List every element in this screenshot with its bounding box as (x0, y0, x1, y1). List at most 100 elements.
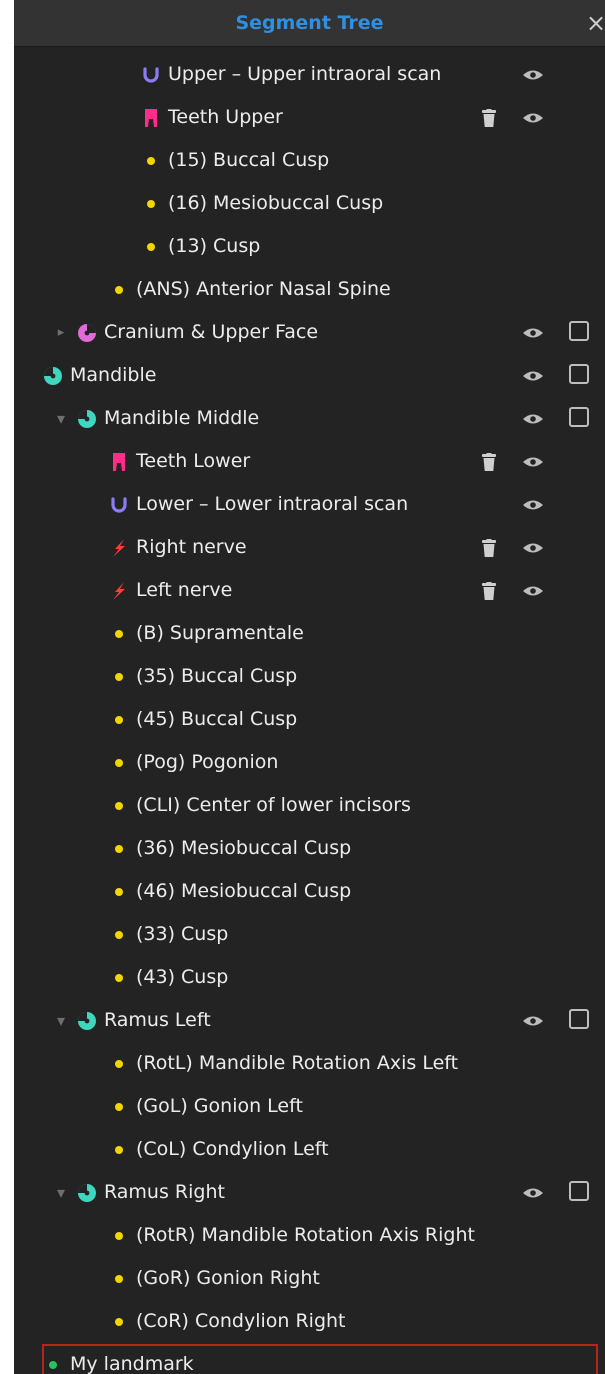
tree-row[interactable]: Right nerve (14, 526, 605, 569)
cranium-icon (74, 311, 100, 354)
tree-row-label: Mandible (70, 364, 157, 386)
tree-row[interactable]: (CoL) Condylion Left (14, 1128, 605, 1171)
trash-icon[interactable] (480, 569, 498, 612)
visibility-checkbox[interactable] (569, 1181, 589, 1201)
eye-icon[interactable] (520, 53, 546, 96)
eye-icon[interactable] (520, 311, 546, 354)
expand-arrow-down-icon[interactable]: ▾ (54, 397, 68, 440)
point-icon (106, 698, 132, 741)
point-icon (138, 225, 164, 268)
eye-icon[interactable] (520, 96, 546, 139)
trash-icon[interactable] (480, 440, 498, 483)
segment-tree-panel: Segment Tree × Upper – Upper intraoral s… (14, 0, 605, 1374)
point-icon (106, 655, 132, 698)
eye-icon[interactable] (520, 526, 546, 569)
tree-row[interactable]: Lower – Lower intraoral scan (14, 483, 605, 526)
trash-icon[interactable] (480, 96, 498, 139)
tree-row[interactable]: ▾ Ramus Left (14, 999, 605, 1042)
segment-tree: Upper – Upper intraoral scan Teeth Upper (… (14, 53, 605, 1374)
tree-row-label: (13) Cusp (168, 235, 261, 257)
tree-row-label: (GoR) Gonion Right (136, 1267, 320, 1289)
scan-arch-icon (106, 483, 132, 526)
panel-title: Segment Tree (235, 12, 384, 34)
tree-row-label: (35) Buccal Cusp (136, 665, 298, 687)
tree-row[interactable]: (B) Supramentale (14, 612, 605, 655)
tree-row-label: Ramus Left (104, 1009, 211, 1031)
scan-arch-icon (138, 53, 164, 96)
eye-icon[interactable] (520, 440, 546, 483)
tree-row[interactable]: (36) Mesiobuccal Cusp (14, 827, 605, 870)
tree-row[interactable]: (35) Buccal Cusp (14, 655, 605, 698)
point-icon (106, 1257, 132, 1300)
eye-icon[interactable] (520, 397, 546, 440)
tree-row-label: (Pog) Pogonion (136, 751, 279, 773)
panel-header: Segment Tree × (14, 0, 605, 47)
close-button[interactable]: × (585, 0, 605, 46)
tree-row[interactable]: (13) Cusp (14, 225, 605, 268)
tree-row[interactable]: Mandible (14, 354, 605, 397)
tree-row-label: Lower – Lower intraoral scan (136, 493, 409, 515)
expand-arrow-right-icon[interactable]: ▸ (54, 311, 68, 354)
tree-row[interactable]: ▾ Mandible Middle (14, 397, 605, 440)
tree-row[interactable]: ▾ Ramus Right (14, 1171, 605, 1214)
tree-row[interactable]: (CoR) Condylion Right (14, 1300, 605, 1343)
tree-row[interactable]: My landmark (14, 1343, 605, 1374)
tree-row-label: My landmark (70, 1353, 194, 1374)
tree-row[interactable]: (43) Cusp (14, 956, 605, 999)
expand-arrow-down-icon[interactable]: ▾ (54, 999, 68, 1042)
tree-row-label: Right nerve (136, 536, 247, 558)
point-icon (106, 1214, 132, 1257)
point-icon (106, 1085, 132, 1128)
point-icon (106, 1128, 132, 1171)
eye-icon[interactable] (520, 1171, 546, 1214)
mandible-icon (74, 999, 100, 1042)
tooth-icon (106, 440, 132, 483)
tree-row[interactable]: (15) Buccal Cusp (14, 139, 605, 182)
tree-row[interactable]: (RotL) Mandible Rotation Axis Left (14, 1042, 605, 1085)
tree-row-label: (46) Mesiobuccal Cusp (136, 880, 352, 902)
tree-row[interactable]: (16) Mesiobuccal Cusp (14, 182, 605, 225)
tree-row[interactable]: (33) Cusp (14, 913, 605, 956)
eye-icon[interactable] (520, 999, 546, 1042)
point-icon (106, 1300, 132, 1343)
tree-row[interactable]: Upper – Upper intraoral scan (14, 53, 605, 96)
tree-row[interactable]: (46) Mesiobuccal Cusp (14, 870, 605, 913)
point-icon (106, 612, 132, 655)
tree-row-label: (36) Mesiobuccal Cusp (136, 837, 352, 859)
tree-row-label: Upper – Upper intraoral scan (168, 63, 442, 85)
visibility-checkbox[interactable] (569, 1009, 589, 1029)
tree-row[interactable]: (ANS) Anterior Nasal Spine (14, 268, 605, 311)
point-icon (106, 827, 132, 870)
point-green-icon (40, 1343, 66, 1374)
tree-row-label: Mandible Middle (104, 407, 260, 429)
tree-row[interactable]: Teeth Upper (14, 96, 605, 139)
tree-row-label: (GoL) Gonion Left (136, 1095, 303, 1117)
tree-row[interactable]: (RotR) Mandible Rotation Axis Right (14, 1214, 605, 1257)
point-icon (106, 956, 132, 999)
trash-icon[interactable] (480, 526, 498, 569)
tree-row-label: Teeth Lower (136, 450, 251, 472)
tree-row-label: Teeth Upper (168, 106, 283, 128)
tree-row[interactable]: Left nerve (14, 569, 605, 612)
mandible-icon (74, 1171, 100, 1214)
visibility-checkbox[interactable] (569, 407, 589, 427)
visibility-checkbox[interactable] (569, 364, 589, 384)
point-icon (106, 1042, 132, 1085)
tree-row[interactable]: (Pog) Pogonion (14, 741, 605, 784)
tree-row-label: (RotR) Mandible Rotation Axis Right (136, 1224, 475, 1246)
point-icon (106, 741, 132, 784)
tree-row[interactable]: (CLI) Center of lower incisors (14, 784, 605, 827)
tree-row[interactable]: Teeth Lower (14, 440, 605, 483)
tree-row-label: Cranium & Upper Face (104, 321, 319, 343)
tree-row[interactable]: (45) Buccal Cusp (14, 698, 605, 741)
eye-icon[interactable] (520, 354, 546, 397)
eye-icon[interactable] (520, 483, 546, 526)
visibility-checkbox[interactable] (569, 321, 589, 341)
tree-row[interactable]: (GoL) Gonion Left (14, 1085, 605, 1128)
eye-icon[interactable] (520, 569, 546, 612)
point-icon (138, 182, 164, 225)
tree-row[interactable]: ▸ Cranium & Upper Face (14, 311, 605, 354)
tree-row[interactable]: (GoR) Gonion Right (14, 1257, 605, 1300)
tree-row-label: Ramus Right (104, 1181, 225, 1203)
expand-arrow-down-icon[interactable]: ▾ (54, 1171, 68, 1214)
